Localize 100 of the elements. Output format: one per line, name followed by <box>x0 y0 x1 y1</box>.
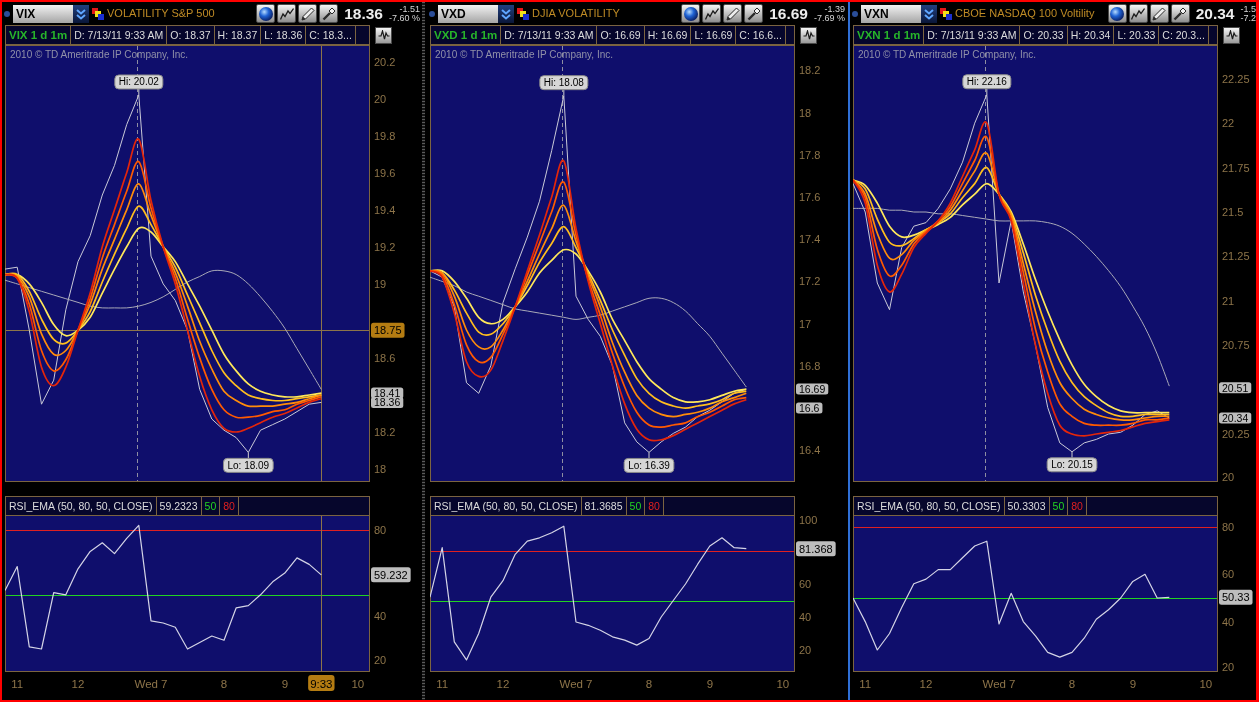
axis-label: 19 <box>374 277 387 290</box>
time-label: 8 <box>220 678 228 690</box>
rsi-value-tag: 59.232 <box>371 567 411 583</box>
percent-change: -7.2 <box>1240 13 1256 23</box>
time-label: 11 <box>11 678 24 690</box>
time-label: Wed 7 <box>134 678 168 690</box>
axis-label: 20 <box>799 644 812 657</box>
annotation: Lo: 16.39 <box>628 459 671 471</box>
axis-label: 17 <box>799 317 812 330</box>
low-price-callout: Lo: 20.15 <box>1046 451 1098 473</box>
axis-label: 20.75 <box>1222 339 1250 352</box>
axis-label: 22.25 <box>1222 72 1250 85</box>
time-label: 12 <box>496 678 510 690</box>
quote-field: D: 7/13/11 9:33 AM <box>924 26 1021 44</box>
quote-field: O: 16.69 <box>597 26 645 44</box>
quote-field: L: 16.69 <box>691 26 737 44</box>
time-label: 9 <box>281 678 289 690</box>
crosshair-price-tag: 18.75 <box>371 322 405 338</box>
quote-field: O: 20.33 <box>1020 26 1068 44</box>
time-label: 10 <box>351 678 365 690</box>
percent-change: -7.69 % <box>813 13 845 23</box>
time-label: 10 <box>1199 678 1213 690</box>
axis-label: 40 <box>374 610 387 623</box>
axis-label: 18 <box>374 463 387 476</box>
price-tag: 18.36 <box>371 396 404 409</box>
quote-field: D: 7/13/11 9:33 AM <box>501 26 598 44</box>
axis-label: 20 <box>1222 471 1235 482</box>
price-tag: 20.51 <box>1219 381 1252 394</box>
low-price-callout: Lo: 16.39 <box>623 451 675 473</box>
axis-label: 16.8 <box>799 359 821 372</box>
instrument-description: DJIA VOLATILITY <box>532 6 620 22</box>
axis-label: 21.5 <box>1222 206 1244 218</box>
low-price-callout: Lo: 18.09 <box>222 451 274 473</box>
instrument-description: CBOE NASDAQ 100 Voltility <box>955 6 1095 22</box>
axis-label: 20.25 <box>1222 428 1250 441</box>
high-price-callout: Hi: 18.08 <box>539 75 589 97</box>
price-tag: 16.6 <box>796 401 823 414</box>
quote-field: L: 20.33 <box>1114 26 1160 44</box>
percent-change: -7.60 % <box>388 13 420 23</box>
quote-field: H: 20.34 <box>1067 26 1115 44</box>
quote-field: O: 18.37 <box>167 26 215 44</box>
annotation: Lo: 18.09 <box>227 459 270 471</box>
net-change: -1.51 <box>398 4 420 14</box>
axis-label: 18.2 <box>799 64 821 77</box>
axis-label: 19.6 <box>374 166 396 179</box>
quote-field: L: 18.36 <box>261 26 307 44</box>
copyright-text: 2010 © TD Ameritrade IP Company, Inc. <box>10 49 188 60</box>
axis-label: 16.4 <box>799 444 821 457</box>
axis-label: 19.8 <box>374 129 396 142</box>
annotation: Hi: 20.02 <box>118 76 160 88</box>
axis-label: 17.4 <box>799 233 821 246</box>
quote-field: C: 16.6... <box>736 26 786 44</box>
axis-label: 80 <box>374 523 387 536</box>
quote-field: H: 18.37 <box>214 26 262 44</box>
high-price-callout: Hi: 22.16 <box>962 74 1012 96</box>
quote-field: C: 18.3... <box>306 26 356 44</box>
time-label: 8 <box>645 678 653 690</box>
time-label: 11 <box>436 678 449 690</box>
price-tag: 20.34 <box>1219 411 1252 424</box>
annotation: Hi: 22.16 <box>966 76 1008 88</box>
high-price-callout: Hi: 20.02 <box>114 74 164 96</box>
axis-label: 21.75 <box>1222 161 1250 174</box>
axis-label: 20 <box>374 92 387 105</box>
time-label: Wed 7 <box>559 678 593 690</box>
time-label: Wed 7 <box>982 678 1016 690</box>
annotation: Lo: 20.15 <box>1051 459 1094 471</box>
axis-label: 19.4 <box>374 203 396 216</box>
instrument-description: VOLATILITY S&P 500 <box>107 6 215 22</box>
last-price: 18.36 <box>344 5 383 22</box>
last-price: 20.34 <box>1195 5 1235 22</box>
net-change: -1.39 <box>823 4 845 14</box>
chart-study-label: VIX 1 d 1m <box>6 26 72 44</box>
chart-study-label: VXN 1 d 1m <box>854 26 925 44</box>
last-price: 16.69 <box>769 5 808 22</box>
quote-field: C: 20.3... <box>1159 26 1209 44</box>
time-label: 12 <box>71 678 85 690</box>
axis-label: 20 <box>374 653 387 666</box>
time-label: 8 <box>1068 678 1076 690</box>
axis-label: 20.2 <box>374 55 396 68</box>
annotation: Hi: 18.08 <box>543 77 585 89</box>
axis-label: 40 <box>799 611 812 624</box>
time-label: 10 <box>776 678 790 690</box>
time-label: 11 <box>859 678 872 690</box>
axis-label: 17.6 <box>799 191 821 203</box>
axis-label: 17.8 <box>799 148 821 161</box>
axis-label: 18.6 <box>374 351 396 364</box>
axis-label: 20 <box>1222 661 1235 673</box>
time-cursor-tag: 9:33 <box>308 675 335 691</box>
axis-label: 18 <box>799 106 812 119</box>
chart-study-label: VXD 1 d 1m <box>431 26 502 44</box>
time-label: 9 <box>706 678 714 690</box>
axis-label: 80 <box>1222 521 1235 534</box>
axis-label: 21.25 <box>1222 250 1250 263</box>
axis-label: 21 <box>1222 294 1235 307</box>
axis-label: 60 <box>799 578 812 590</box>
rsi-value-tag: 81.368 <box>796 541 836 557</box>
rsi-value-tag: 50.33 <box>1219 589 1253 605</box>
axis-label: 18.2 <box>374 426 396 438</box>
axis-label: 22 <box>1222 117 1235 130</box>
copyright-text: 2010 © TD Ameritrade IP Company, Inc. <box>858 49 1036 60</box>
